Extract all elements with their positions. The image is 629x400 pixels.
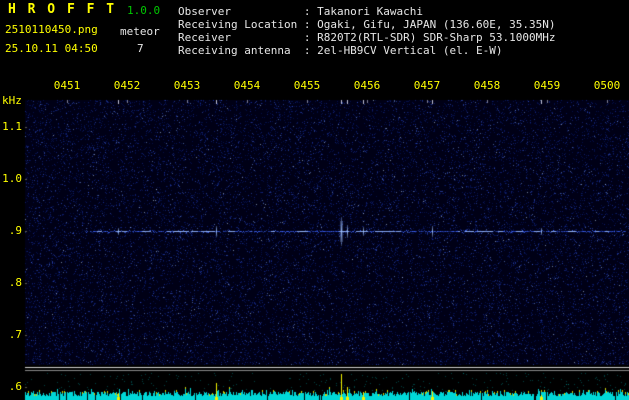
x-axis-tick-label: 0459 <box>533 79 561 92</box>
y-axis-tick-label: .7 <box>8 328 22 341</box>
header-info-line: Receiver : R820T2(RTL-SDR) SDR-Sharp 53.… <box>178 31 556 44</box>
y-axis-tick-label: .8 <box>8 276 22 289</box>
observation-datetime: 25.10.11 04:50 <box>5 42 98 55</box>
x-axis-tick-label: 0452 <box>113 79 141 92</box>
header-info-line: Receiving antenna : 2el-HB9CV Vertical (… <box>178 44 503 57</box>
x-axis-tick-label: 0453 <box>173 79 201 92</box>
echo-count: 7 <box>137 42 144 55</box>
output-filename: 2510110450.png <box>5 23 98 36</box>
spectrogram-canvas <box>0 0 629 400</box>
app-title: H R O F F T <box>8 2 117 17</box>
y-axis-tick-label: 1.1 <box>2 120 22 133</box>
y-axis-tick-label: .9 <box>8 224 22 237</box>
y-axis-tick-label: 1.0 <box>2 172 22 185</box>
hrofft-output: H R O F F T 1.0.0 2510110450.png meteor … <box>0 0 629 400</box>
header-info: Observer : Takanori Kawachi Receiving Loc… <box>178 5 556 57</box>
observation-mode: meteor <box>120 25 160 38</box>
y-axis-tick-label: .6 <box>8 380 22 393</box>
x-axis-tick-label: 0457 <box>413 79 441 92</box>
x-axis-tick-label: 0454 <box>233 79 261 92</box>
header-info-line: Receiving Location : Ogaki, Gifu, JAPAN … <box>178 18 556 31</box>
header-info-line: Observer : Takanori Kawachi <box>178 5 424 18</box>
x-axis-tick-label: 0500 <box>593 79 621 92</box>
y-axis-unit-label: kHz <box>2 94 22 107</box>
app-version: 1.0.0 <box>127 4 161 17</box>
x-axis-tick-label: 0458 <box>473 79 501 92</box>
x-axis-tick-label: 0455 <box>293 79 321 92</box>
x-axis-tick-label: 0456 <box>353 79 381 92</box>
x-axis-tick-label: 0451 <box>53 79 81 92</box>
